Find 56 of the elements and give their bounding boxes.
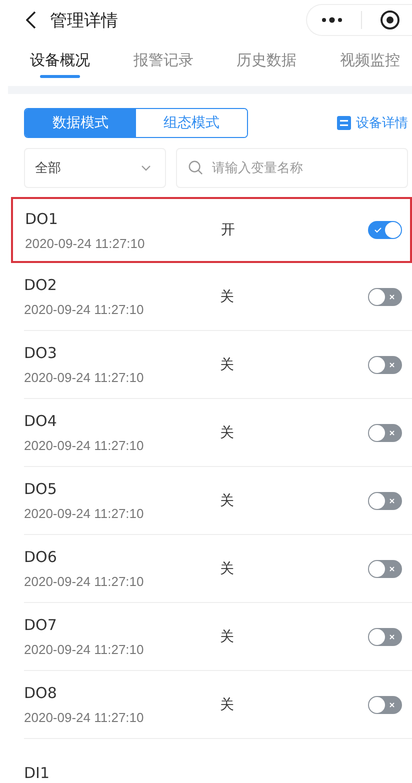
- state-label: 关: [220, 696, 235, 714]
- chevron-down-icon: [141, 165, 151, 171]
- cross-icon: [389, 634, 395, 640]
- toggle-switch[interactable]: [368, 221, 402, 239]
- mode-button[interactable]: 数据模式: [25, 109, 136, 137]
- timestamp: 2020-09-24 11:27:10: [24, 710, 145, 725]
- cross-icon: [389, 294, 395, 300]
- cross-icon: [389, 702, 395, 708]
- check-icon: [374, 227, 382, 233]
- timestamp: 2020-09-24 11:27:10: [24, 370, 145, 385]
- toggle-switch[interactable]: [368, 696, 402, 714]
- search-icon: [188, 160, 203, 175]
- cross-icon: [389, 566, 395, 572]
- page-title: 管理详情: [50, 10, 119, 32]
- timestamp: 2020-09-24 11:27:10: [24, 506, 145, 521]
- tab[interactable]: 视频监控: [340, 48, 400, 84]
- timestamp: 2020-09-24 11:27:10: [24, 438, 145, 453]
- back-icon[interactable]: [26, 11, 36, 29]
- toggle-switch[interactable]: [368, 492, 402, 510]
- state-label: 关: [220, 424, 235, 442]
- tab[interactable]: 报警记录: [133, 48, 194, 84]
- document-icon: [337, 116, 351, 130]
- cross-icon: [389, 498, 395, 504]
- timestamp: 2020-09-24 11:27:10: [24, 574, 145, 589]
- state-label: 关: [220, 492, 235, 510]
- variable-name: DO7: [24, 616, 58, 634]
- state-label: 关: [220, 628, 235, 646]
- toggle-switch[interactable]: [368, 288, 402, 306]
- state-label: 关: [220, 356, 235, 374]
- tab[interactable]: 历史数据: [236, 48, 297, 84]
- close-icon[interactable]: [380, 10, 400, 30]
- variable-name: DO5: [24, 480, 58, 498]
- category-dropdown[interactable]: 全部: [24, 148, 166, 188]
- tab[interactable]: 设备概况: [30, 48, 90, 84]
- search-field[interactable]: 请输入变量名称: [176, 148, 408, 188]
- timestamp: 2020-09-24 11:27:10: [24, 302, 145, 317]
- variable-name: DO1: [25, 210, 59, 228]
- state-label: 关: [220, 560, 235, 578]
- variable-name: DI1: [24, 764, 51, 782]
- timestamp: 2020-09-24 11:27:10: [25, 236, 146, 250]
- device-detail-link[interactable]: 设备详情: [356, 114, 408, 132]
- variable-name: DO8: [24, 684, 58, 702]
- cross-icon: [389, 430, 395, 436]
- timestamp: 2020-09-24 11:27:10: [24, 642, 145, 657]
- variable-name: DO2: [24, 276, 58, 294]
- state-label: 关: [220, 288, 235, 306]
- toggle-switch[interactable]: [368, 628, 402, 646]
- variable-name: DO3: [24, 344, 58, 362]
- variable-name: DO4: [24, 412, 58, 430]
- state-label: 开: [221, 221, 236, 239]
- more-icon[interactable]: [321, 17, 343, 23]
- toggle-switch[interactable]: [368, 424, 402, 442]
- toggle-switch[interactable]: [368, 560, 402, 578]
- variable-name: DO6: [24, 548, 58, 566]
- toggle-switch[interactable]: [368, 356, 402, 374]
- cross-icon: [389, 362, 395, 368]
